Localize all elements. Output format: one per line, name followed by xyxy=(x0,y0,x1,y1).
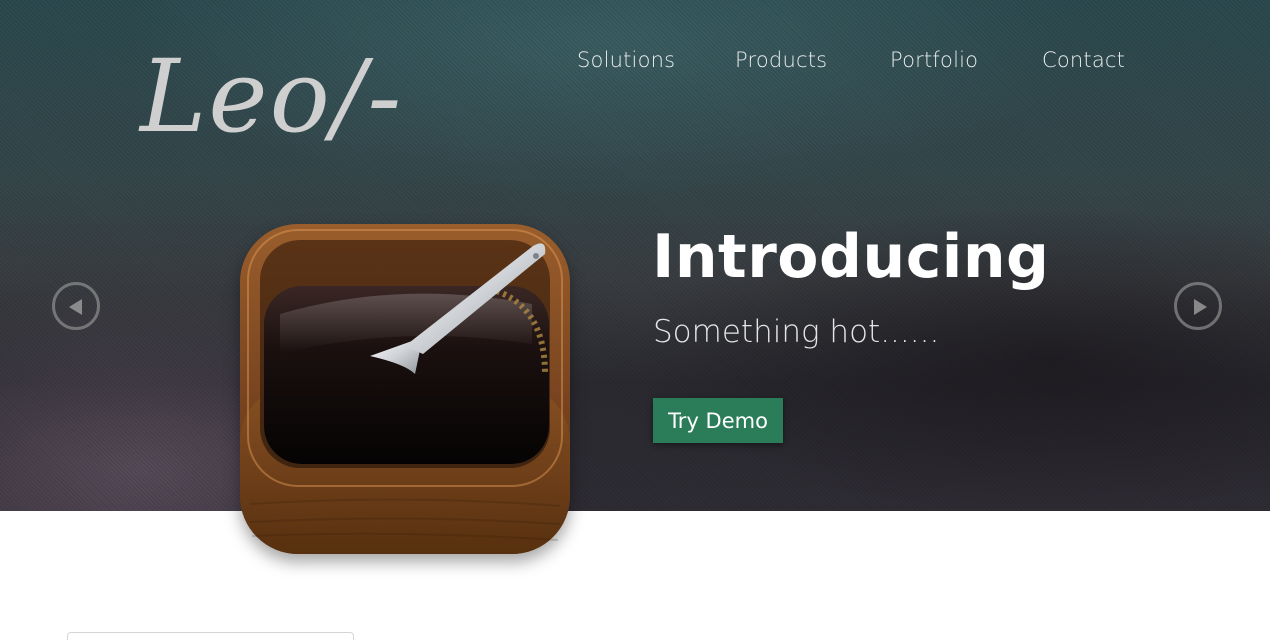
nav-products[interactable]: Products xyxy=(735,48,827,72)
chevron-left-icon xyxy=(69,299,82,315)
nav-contact[interactable]: Contact xyxy=(1042,48,1125,72)
hero-banner: Leo/- Solutions Products Portfolio Conta… xyxy=(0,0,1270,511)
slider-prev-button[interactable] xyxy=(52,282,100,330)
slider-next-button[interactable] xyxy=(1174,282,1222,330)
chevron-right-icon xyxy=(1194,299,1207,315)
main-nav: Solutions Products Portfolio Contact xyxy=(0,48,1270,78)
coffee-app-icon xyxy=(240,224,570,554)
try-demo-button[interactable]: Try Demo xyxy=(653,398,783,443)
nav-solutions[interactable]: Solutions xyxy=(577,48,675,72)
nav-portfolio[interactable]: Portfolio xyxy=(890,48,978,72)
hero-subheadline: Something hot...... xyxy=(653,314,940,350)
hero-headline: Introducing xyxy=(652,222,1050,292)
content-card xyxy=(67,632,354,640)
